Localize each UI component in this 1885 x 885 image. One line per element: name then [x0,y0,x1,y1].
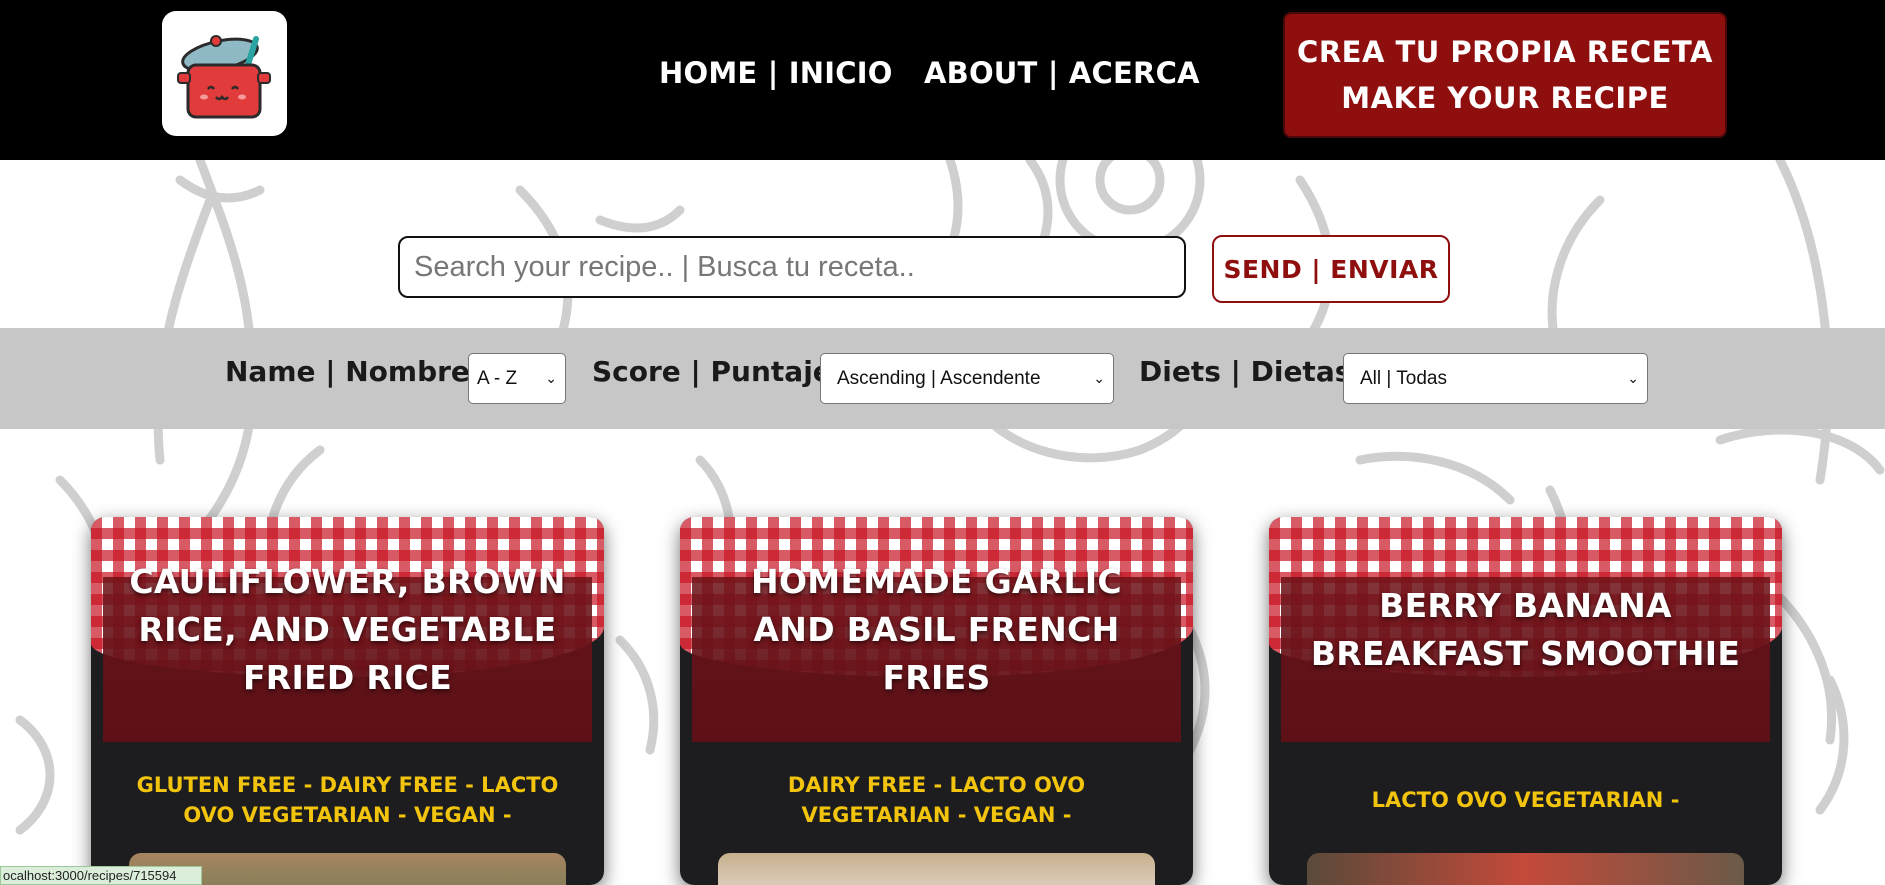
recipe-title: HOMEMADE GARLIC AND BASIL FRENCH FRIES [751,561,1122,697]
send-search-button[interactable]: SEND | ENVIAR [1212,235,1450,303]
recipe-diets: DAIRY FREE - LACTO OVO VEGETARIAN - VEGA… [787,773,1086,827]
cooking-pot-logo-icon[interactable] [162,11,287,136]
chevron-down-icon: ⌄ [1627,370,1639,386]
name-sort-select[interactable]: A - Z ⌄ [468,353,566,404]
create-recipe-label-en: MAKE YOUR RECIPE [1341,81,1669,115]
recipe-title: CAULIFLOWER, BROWN RICE, AND VEGETABLE F… [129,561,566,697]
chevron-down-icon: ⌄ [1093,370,1105,386]
create-recipe-label-es: CREA TU PROPIA RECETA [1297,35,1713,69]
recipe-card[interactable]: BERRY BANANA BREAKFAST SMOOTHIE LACTO OV… [1269,517,1782,885]
recipe-card[interactable]: CAULIFLOWER, BROWN RICE, AND VEGETABLE F… [91,517,604,885]
name-sort-value: A - Z [477,367,518,389]
score-sort-select[interactable]: Ascending | Ascendente ⌄ [820,353,1114,404]
recipe-image [718,853,1155,885]
diets-filter-value: All | Todas [1360,367,1447,389]
recipe-image [1307,853,1744,885]
recipe-diets: LACTO OVO VEGETARIAN - [1371,788,1680,812]
top-navbar: HOME | INICIO ABOUT | ACERCA CREA TU PRO… [0,0,1885,160]
nav-home-link[interactable]: HOME | INICIO [659,56,893,90]
recipe-diets: GLUTEN FREE - DAIRY FREE - LACTO OVO VEG… [136,773,559,827]
diets-filter-select[interactable]: All | Todas ⌄ [1343,353,1648,404]
score-sort-value: Ascending | Ascendente [837,367,1041,389]
chevron-down-icon: ⌄ [545,370,557,386]
search-input[interactable] [398,236,1186,298]
browser-status-url: ocalhost:3000/recipes/715594 [0,866,202,885]
nav-about-link[interactable]: ABOUT | ACERCA [924,56,1200,90]
score-sort-label: Score | Puntaje [592,355,832,388]
name-sort-label: Name | Nombre [225,355,470,388]
recipe-card[interactable]: HOMEMADE GARLIC AND BASIL FRENCH FRIES D… [680,517,1193,885]
create-recipe-button[interactable]: CREA TU PROPIA RECETA MAKE YOUR RECIPE [1283,12,1727,138]
diets-filter-label: Diets | Dietas [1139,355,1352,388]
recipe-title: BERRY BANANA BREAKFAST SMOOTHIE [1310,585,1741,673]
